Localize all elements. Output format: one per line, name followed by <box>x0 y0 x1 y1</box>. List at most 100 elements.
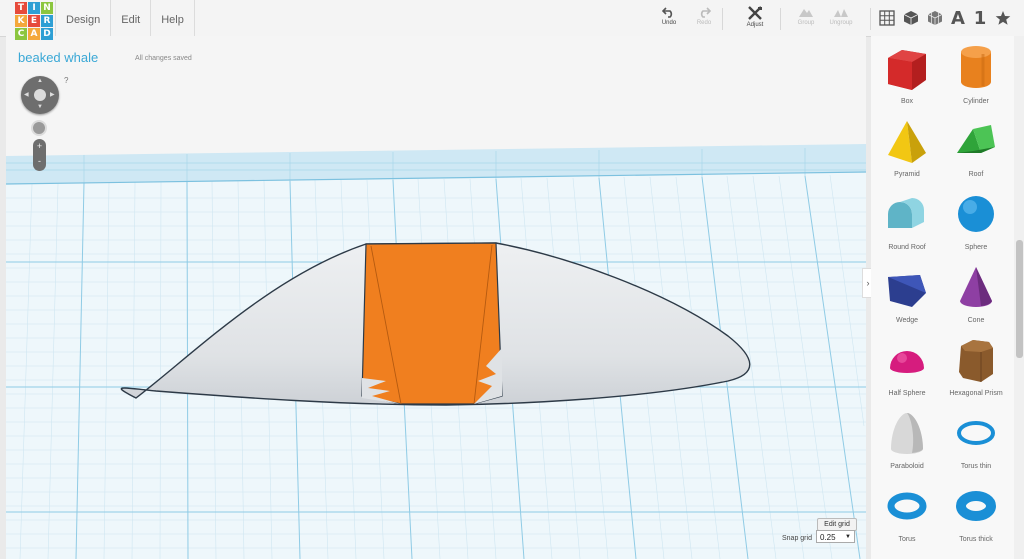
menu-design[interactable]: Design <box>55 0 112 36</box>
text-tool-label: A <box>951 7 965 29</box>
wireframe-view-button[interactable] <box>926 8 944 28</box>
group-icon <box>799 9 813 17</box>
orthographic-toggle[interactable] <box>31 120 47 136</box>
nav-right-icon[interactable]: ▶ <box>50 91 55 98</box>
shape-paraboloid[interactable]: Paraboloid <box>874 409 940 479</box>
nav-down-icon[interactable]: ▼ <box>37 104 43 110</box>
cylinder-icon <box>961 46 991 88</box>
nav-up-icon[interactable]: ▲ <box>37 78 43 84</box>
star-icon <box>995 11 1011 25</box>
shape-roof[interactable]: Roof <box>943 117 1009 187</box>
logo-letter: D <box>41 28 53 40</box>
undo-label: Undo <box>661 20 677 26</box>
shape-label: Torus <box>898 536 916 543</box>
paraboloid-icon <box>891 413 923 454</box>
workplane-scene <box>6 144 866 559</box>
shape-torus-thin[interactable]: Torus thin <box>943 409 1009 479</box>
logo-letter: K <box>15 15 27 27</box>
solid-view-button[interactable] <box>902 8 920 28</box>
logo-letter: C <box>15 28 27 40</box>
zoom-in-button[interactable]: + <box>33 139 46 154</box>
shape-label: Half Sphere <box>888 390 926 397</box>
home-view-icon[interactable] <box>34 89 46 101</box>
project-title[interactable]: beaked whale <box>18 50 98 65</box>
shapes-sidebar: Box Cylinder Pyramid Roof Round Roof Sph… <box>871 36 1014 559</box>
roof-icon <box>957 125 995 153</box>
grid-icon <box>879 10 895 26</box>
tinkercad-logo[interactable]: T I N K E R C A D <box>15 2 53 40</box>
adjust-button[interactable]: Adjust <box>733 6 777 28</box>
redo-label: Redo <box>696 20 712 26</box>
shape-label: Paraboloid <box>890 463 924 470</box>
logo-letter: A <box>28 28 40 40</box>
wireframe-cube-icon <box>927 11 943 25</box>
logo-letter: T <box>15 2 27 14</box>
torus-thin-icon <box>957 421 995 445</box>
snap-grid-label: Snap grid <box>782 535 812 542</box>
sidebar-scrollbar-thumb[interactable] <box>1016 240 1023 358</box>
undo-icon <box>662 7 673 18</box>
round-roof-icon <box>888 198 924 228</box>
adjust-icon <box>748 6 762 20</box>
shape-cone[interactable]: Cone <box>943 263 1009 333</box>
shape-cylinder[interactable]: Cylinder <box>943 44 1009 114</box>
wedge-icon <box>888 275 926 307</box>
shape-label: Pyramid <box>894 171 920 178</box>
shape-label: Torus thin <box>960 463 992 470</box>
number-tool-label: 1 <box>973 7 987 29</box>
shape-label: Box <box>900 98 914 105</box>
shape-label: Hexagonal Prism <box>949 390 1003 397</box>
box-icon <box>888 50 926 90</box>
nav-left-icon[interactable]: ◀ <box>24 91 29 98</box>
grid-view-button[interactable] <box>878 8 896 28</box>
cube-icon <box>903 11 919 25</box>
snap-grid-value: 0.25 <box>820 533 836 542</box>
redo-button[interactable]: Redo <box>682 6 726 26</box>
shape-label: Roof <box>968 171 984 178</box>
menu-edit[interactable]: Edit <box>111 0 152 36</box>
shape-hexagonal-prism[interactable]: Hexagonal Prism <box>943 336 1009 406</box>
text-tool-button[interactable]: A <box>950 7 966 29</box>
shape-wedge[interactable]: Wedge <box>874 263 940 333</box>
top-bar: T I N K E R C A D Design Edit Help Undo … <box>0 0 1024 40</box>
group-label: Group <box>797 20 815 26</box>
help-icon[interactable]: ? <box>64 76 68 85</box>
toolbar-divider <box>780 8 781 30</box>
ungroup-button[interactable]: Ungroup <box>819 6 863 26</box>
shape-torus-thick[interactable]: Torus thick <box>943 482 1009 552</box>
number-tool-button[interactable]: 1 <box>973 7 987 29</box>
shape-torus[interactable]: Torus <box>874 482 940 552</box>
hexagonal-prism-icon <box>959 340 993 382</box>
workplane[interactable]: beaked whale All changes saved ▲ ▼ ◀ ▶ ?… <box>6 36 866 559</box>
view-navigator[interactable]: ▲ ▼ ◀ ▶ <box>21 76 59 114</box>
zoom-out-button[interactable]: - <box>33 154 46 169</box>
logo-letter: I <box>28 2 40 14</box>
sphere-icon <box>958 196 994 232</box>
caret-down-icon: ▼ <box>845 534 851 540</box>
logo-letter: E <box>28 15 40 27</box>
toolbar-divider <box>722 8 723 30</box>
main-menu: Design Edit Help <box>55 0 195 36</box>
shape-label: Cone <box>967 317 985 324</box>
shape-label: Round Roof <box>888 244 926 251</box>
shape-half-sphere[interactable]: Half Sphere <box>874 336 940 406</box>
pyramid-icon <box>888 121 926 163</box>
ungroup-label: Ungroup <box>829 20 853 26</box>
zoom-control: + - <box>33 139 46 171</box>
cone-icon <box>960 267 992 307</box>
shape-box[interactable]: Box <box>874 44 940 114</box>
menu-help[interactable]: Help <box>151 0 195 36</box>
shape-label: Torus thick <box>959 536 993 543</box>
torus-thick-icon <box>956 491 996 521</box>
shape-round-roof[interactable]: Round Roof <box>874 190 940 260</box>
favorites-button[interactable] <box>994 8 1012 28</box>
shape-label: Sphere <box>964 244 988 251</box>
logo-letter: N <box>41 2 53 14</box>
snap-grid-select[interactable]: 0.25 ▼ <box>816 530 855 543</box>
shape-label: Cylinder <box>963 98 989 105</box>
half-sphere-icon <box>890 351 924 373</box>
shape-pyramid[interactable]: Pyramid <box>874 117 940 187</box>
shape-sphere[interactable]: Sphere <box>943 190 1009 260</box>
redo-icon <box>700 7 711 18</box>
save-status: All changes saved <box>135 55 192 62</box>
